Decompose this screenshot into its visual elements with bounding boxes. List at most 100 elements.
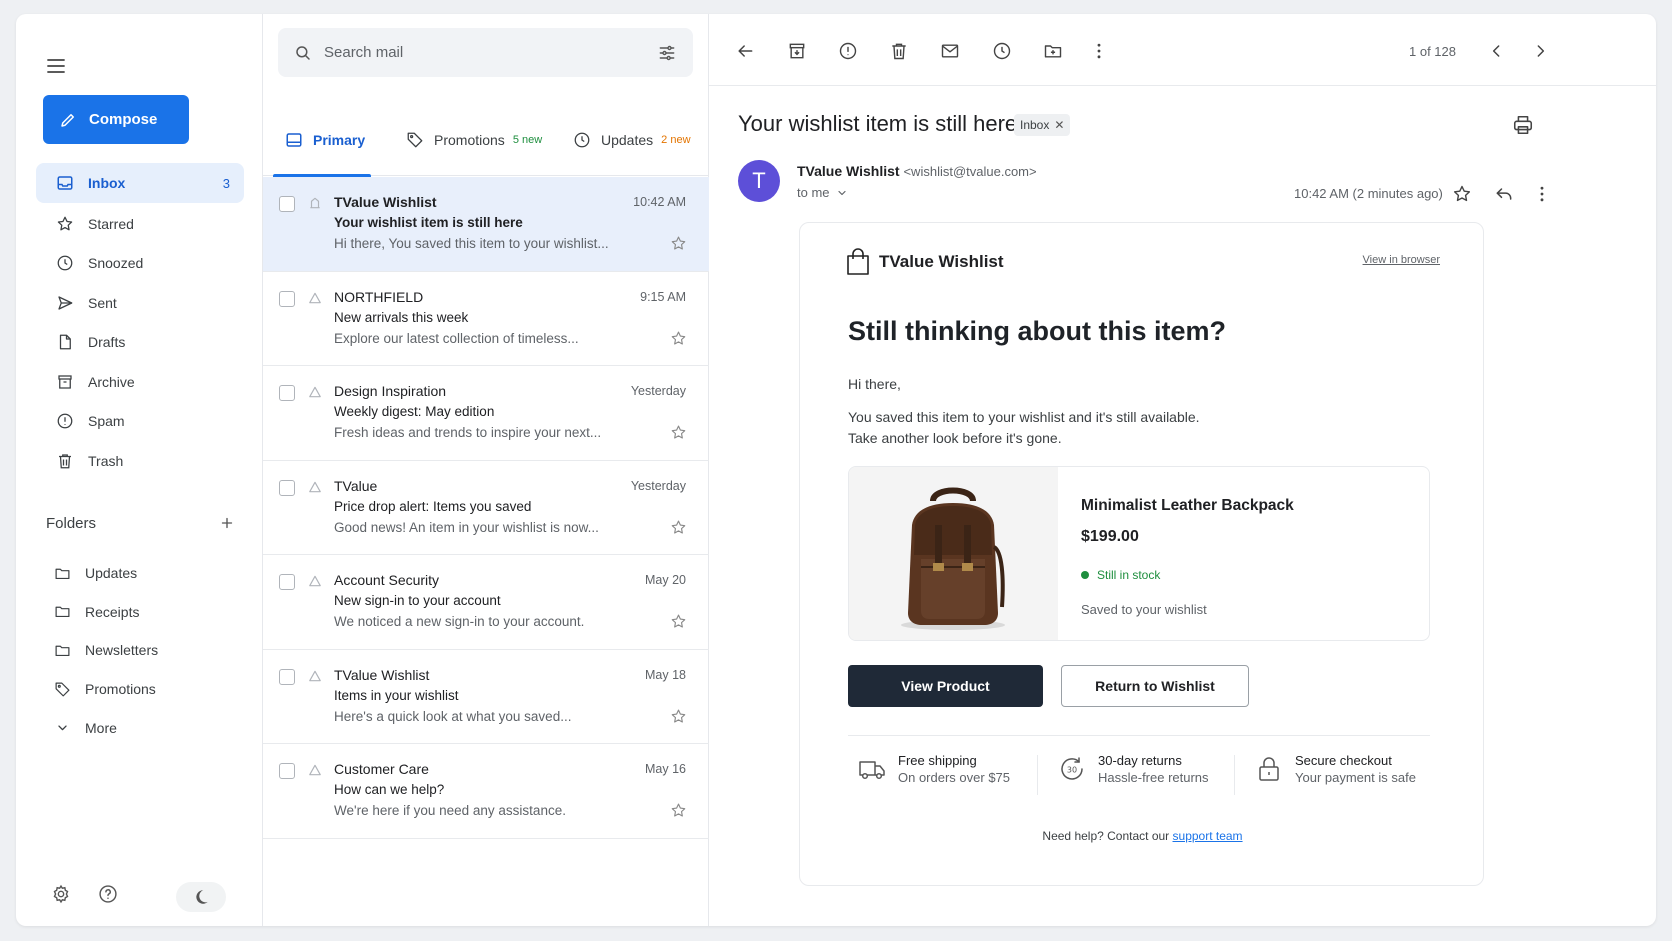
message-row[interactable]: Customer Care May 16 How can we help? We… bbox=[263, 744, 709, 839]
trash-icon bbox=[56, 452, 74, 470]
search-input[interactable] bbox=[324, 44, 645, 61]
star-icon[interactable] bbox=[670, 802, 687, 819]
view-product-button[interactable]: View Product bbox=[848, 665, 1043, 707]
delete-trash-icon[interactable] bbox=[889, 41, 909, 61]
hamburger-menu-icon[interactable] bbox=[44, 54, 68, 78]
importance-marker-icon[interactable] bbox=[308, 196, 322, 210]
back-arrow-icon[interactable] bbox=[735, 41, 755, 61]
reading-pane: 1 of 128 Your wishlist item is still her… bbox=[709, 14, 1656, 926]
message-sender: NORTHFIELD bbox=[334, 288, 424, 305]
tab-primary[interactable]: Primary bbox=[273, 104, 371, 177]
row-checkbox[interactable] bbox=[279, 385, 295, 401]
feature-subtitle: Hassle-free returns bbox=[1098, 770, 1209, 785]
nav-item-archive[interactable]: Archive bbox=[36, 362, 244, 402]
return-to-wishlist-button[interactable]: Return to Wishlist bbox=[1061, 665, 1249, 707]
row-checkbox[interactable] bbox=[279, 668, 295, 685]
row-checkbox[interactable] bbox=[279, 574, 295, 590]
nav-item-inbox[interactable]: Inbox 3 bbox=[36, 163, 244, 203]
message-time: Yesterday bbox=[630, 478, 686, 493]
info-clock-icon bbox=[573, 131, 591, 149]
settings-gear-icon[interactable] bbox=[51, 884, 71, 904]
folder-item-more[interactable]: More bbox=[46, 708, 236, 747]
star-icon[interactable] bbox=[670, 330, 687, 347]
message-row[interactable]: TValue Wishlist May 18 Items in your wis… bbox=[263, 650, 709, 744]
archive-icon[interactable] bbox=[787, 41, 807, 61]
recipients-toggle[interactable]: to me bbox=[797, 185, 848, 200]
importance-marker-icon[interactable] bbox=[308, 763, 322, 777]
message-row[interactable]: TValue Wishlist 10:42 AM Your wishlist i… bbox=[263, 177, 709, 272]
star-icon[interactable] bbox=[670, 424, 687, 441]
backpack-product-image[interactable] bbox=[849, 467, 1058, 640]
message-toolbar: 1 of 128 bbox=[709, 14, 1656, 86]
importance-marker-icon[interactable] bbox=[308, 480, 322, 494]
lock-icon bbox=[1255, 755, 1283, 783]
star-icon[interactable] bbox=[670, 519, 687, 536]
more-vertical-icon[interactable] bbox=[1089, 41, 1109, 61]
nav-item-drafts[interactable]: Drafts bbox=[36, 323, 244, 363]
dark-mode-toggle[interactable] bbox=[176, 882, 226, 912]
row-checkbox[interactable] bbox=[279, 479, 295, 496]
importance-marker-icon[interactable] bbox=[308, 291, 322, 305]
snooze-clock-icon[interactable] bbox=[992, 41, 1012, 61]
compose-button[interactable]: Compose bbox=[43, 95, 189, 144]
nav-item-snoozed[interactable]: Snoozed bbox=[36, 244, 244, 284]
star-icon[interactable] bbox=[1452, 184, 1472, 204]
folder-item-receipts[interactable]: Receipts bbox=[46, 593, 236, 632]
message-row[interactable]: Design Inspiration Yesterday Weekly dige… bbox=[263, 366, 709, 461]
view-in-browser-link[interactable]: View in browser bbox=[1363, 254, 1440, 266]
row-checkbox[interactable] bbox=[279, 290, 295, 307]
email-brand: TValue Wishlist bbox=[845, 248, 1004, 276]
message-subject: New sign-in to your account bbox=[334, 593, 501, 608]
message-snippet: We noticed a new sign-in to your account… bbox=[334, 614, 585, 629]
folders-header: Folders bbox=[46, 514, 236, 532]
folder-item-promotions[interactable]: Promotions bbox=[46, 670, 236, 709]
support-team-link[interactable]: support team bbox=[1173, 829, 1243, 843]
add-folder-icon[interactable] bbox=[218, 514, 236, 532]
folder-item-updates[interactable]: Updates bbox=[46, 554, 236, 593]
chevron-right-icon[interactable] bbox=[1530, 41, 1550, 61]
report-spam-icon[interactable] bbox=[838, 41, 858, 61]
stock-status: Still in stock bbox=[1081, 568, 1160, 582]
nav-item-trash[interactable]: Trash bbox=[36, 441, 244, 481]
reply-icon[interactable] bbox=[1494, 184, 1514, 204]
nav-item-spam[interactable]: Spam bbox=[36, 402, 244, 442]
importance-marker-icon[interactable] bbox=[308, 385, 322, 399]
importance-marker-icon[interactable] bbox=[308, 669, 322, 683]
search-filter-sliders-icon[interactable] bbox=[657, 43, 677, 63]
tab-updates[interactable]: Updates 2 new bbox=[573, 104, 691, 176]
nav-item-sent[interactable]: Sent bbox=[36, 283, 244, 323]
star-icon[interactable] bbox=[670, 613, 687, 630]
message-subject: Weekly digest: May edition bbox=[334, 404, 495, 419]
star-icon[interactable] bbox=[670, 708, 687, 725]
nav-label: Starred bbox=[88, 215, 134, 232]
message-row[interactable]: NORTHFIELD 9:15 AM New arrivals this wee… bbox=[263, 272, 709, 366]
message-snippet: Here's a quick look at what you saved... bbox=[334, 708, 572, 724]
help-icon[interactable] bbox=[98, 884, 118, 904]
move-to-folder-icon[interactable] bbox=[1043, 41, 1063, 61]
mark-unread-mail-icon[interactable] bbox=[940, 41, 960, 61]
message-row[interactable]: Account Security May 20 New sign-in to y… bbox=[263, 555, 709, 650]
remove-label-close-icon[interactable]: ✕ bbox=[1054, 118, 1064, 132]
star-icon[interactable] bbox=[670, 235, 687, 252]
new-count-badge: 2 new bbox=[661, 134, 691, 146]
more-vertical-icon[interactable] bbox=[1532, 184, 1552, 204]
message-sender: TValue bbox=[334, 477, 378, 494]
nav-label: Inbox bbox=[88, 175, 126, 191]
message-list: TValue Wishlist 10:42 AM Your wishlist i… bbox=[263, 177, 709, 839]
pagination-count: 1 of 128 bbox=[1409, 44, 1456, 59]
folder-item-newsletters[interactable]: Newsletters bbox=[46, 631, 236, 670]
chevron-left-icon[interactable] bbox=[1487, 41, 1507, 61]
print-icon[interactable] bbox=[1512, 114, 1534, 136]
tab-promotions[interactable]: Promotions 5 new bbox=[406, 104, 542, 176]
nav-item-starred[interactable]: Starred bbox=[36, 204, 244, 244]
folder-label: Newsletters bbox=[85, 642, 159, 659]
chevron-down-icon bbox=[836, 187, 848, 199]
draft-icon bbox=[56, 333, 74, 351]
row-checkbox[interactable] bbox=[279, 763, 295, 779]
row-checkbox[interactable] bbox=[279, 196, 295, 212]
importance-marker-icon[interactable] bbox=[308, 574, 322, 588]
message-subject: How can we help? bbox=[334, 782, 445, 797]
tab-label: Primary bbox=[313, 132, 366, 148]
tab-label: Promotions bbox=[434, 132, 505, 148]
message-row[interactable]: TValue Yesterday Price drop alert: Items… bbox=[263, 461, 709, 555]
